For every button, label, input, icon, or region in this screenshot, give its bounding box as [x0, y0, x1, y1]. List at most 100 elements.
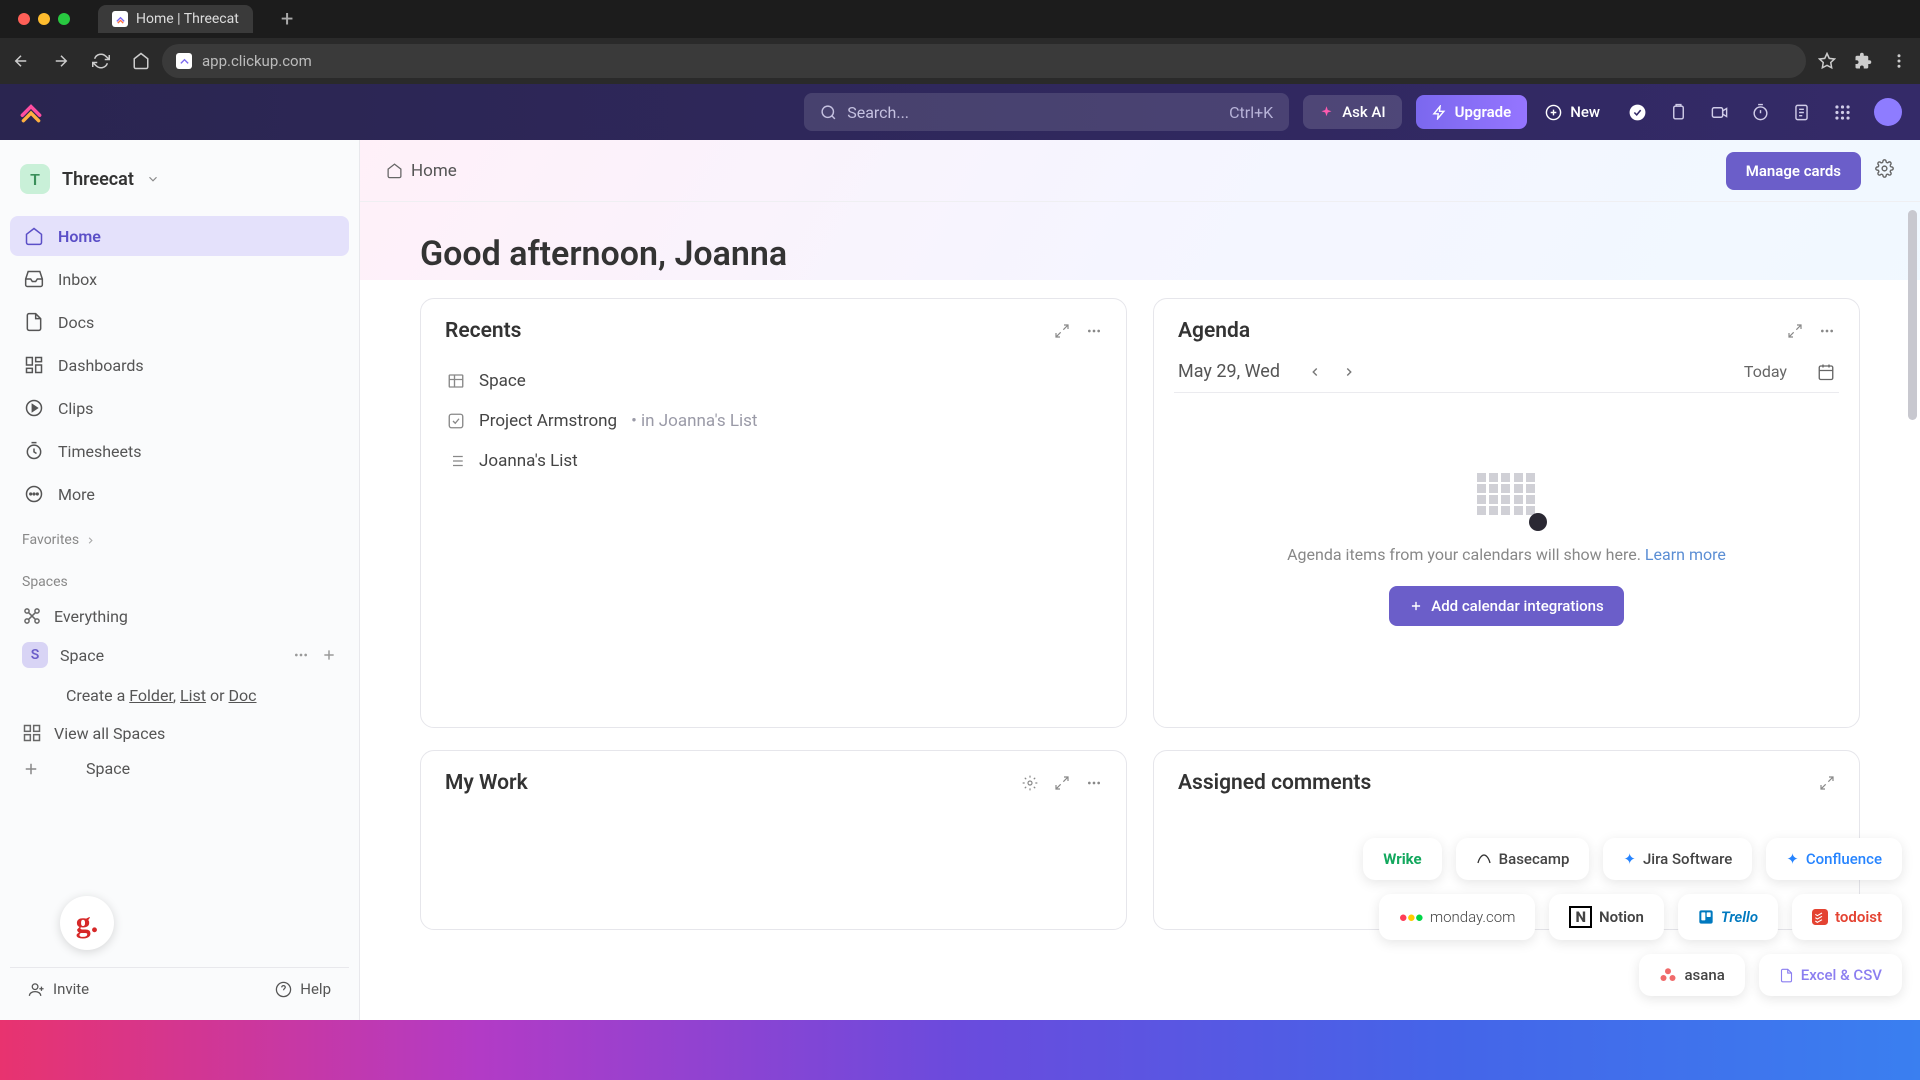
- help-icon: [275, 981, 292, 998]
- settings-button[interactable]: [1875, 159, 1894, 182]
- bottom-gradient-strip: [0, 1020, 1920, 1080]
- recent-item-list[interactable]: Joanna's List: [445, 441, 1102, 481]
- ellipsis-icon[interactable]: [1819, 323, 1835, 339]
- expand-icon[interactable]: [1787, 323, 1803, 339]
- user-avatar[interactable]: [1874, 98, 1902, 126]
- user-plus-icon: [28, 981, 45, 998]
- today-button[interactable]: Today: [1744, 362, 1787, 381]
- learn-more-link[interactable]: Learn more: [1645, 545, 1726, 564]
- clickup-logo[interactable]: [18, 99, 44, 125]
- plus-icon[interactable]: [321, 647, 337, 663]
- main-content: Home Manage cards Good afternoon, Joanna…: [360, 140, 1920, 1020]
- bookmark-star-icon[interactable]: [1818, 52, 1836, 70]
- create-list-link[interactable]: List: [180, 686, 206, 705]
- invite-button[interactable]: Invite: [28, 980, 89, 998]
- create-hint: Create a Folder, List or Doc: [10, 676, 349, 715]
- sidebar-everything[interactable]: Everything: [10, 598, 349, 634]
- notepad-icon[interactable]: [1792, 103, 1811, 122]
- clipboard-icon[interactable]: [1669, 103, 1688, 122]
- create-doc-link[interactable]: Doc: [229, 686, 257, 705]
- add-calendar-button[interactable]: Add calendar integrations: [1389, 586, 1624, 626]
- gear-icon[interactable]: [1022, 775, 1038, 791]
- bolt-icon: [1432, 105, 1447, 120]
- recent-item-space[interactable]: Space: [445, 361, 1102, 401]
- dashboard-icon: [24, 355, 44, 375]
- window-maximize[interactable]: [58, 13, 70, 25]
- chip-todoist[interactable]: todoist: [1792, 894, 1902, 940]
- forward-button[interactable]: [52, 52, 70, 70]
- ellipsis-icon[interactable]: [293, 647, 309, 663]
- upgrade-button[interactable]: Upgrade: [1416, 95, 1528, 129]
- global-search[interactable]: Search... Ctrl+K: [804, 93, 1289, 131]
- plus-icon: [22, 760, 40, 778]
- trello-icon: [1698, 909, 1714, 925]
- apps-grid-icon[interactable]: [1833, 103, 1852, 122]
- next-day-button[interactable]: [1342, 365, 1356, 379]
- app-topbar: Search... Ctrl+K Ask AI Upgrade New: [0, 84, 1920, 140]
- window-close[interactable]: [18, 13, 30, 25]
- basecamp-icon: [1476, 851, 1492, 867]
- sidebar-item-more[interactable]: More: [10, 474, 349, 514]
- chip-excel-csv[interactable]: Excel & CSV: [1759, 954, 1902, 996]
- ellipsis-icon[interactable]: [1086, 775, 1102, 791]
- greeting-title: Good afternoon, Joanna: [360, 202, 1920, 298]
- sidebar-item-inbox[interactable]: Inbox: [10, 259, 349, 299]
- search-shortcut: Ctrl+K: [1229, 103, 1273, 122]
- kebab-menu-icon[interactable]: [1890, 52, 1908, 70]
- sidebar-item-home[interactable]: Home: [10, 216, 349, 256]
- agenda-date: May 29, Wed: [1178, 361, 1280, 382]
- workspace-switcher[interactable]: T Threecat: [10, 156, 349, 202]
- plus-circle-icon: [1545, 104, 1562, 121]
- chip-jira[interactable]: ✦Jira Software: [1603, 838, 1752, 880]
- chip-asana[interactable]: asana: [1639, 954, 1744, 996]
- clickup-favicon: [112, 11, 128, 27]
- inbox-icon: [24, 269, 44, 289]
- new-space[interactable]: Space: [10, 751, 349, 786]
- reload-button[interactable]: [92, 52, 110, 70]
- expand-icon[interactable]: [1054, 775, 1070, 791]
- sidebar-space-item[interactable]: S Space: [10, 634, 349, 676]
- ask-ai-button[interactable]: Ask AI: [1303, 95, 1401, 129]
- more-circle-icon: [24, 484, 44, 504]
- new-tab-button[interactable]: +: [281, 7, 293, 32]
- file-icon: [1779, 967, 1794, 984]
- home-button[interactable]: [132, 52, 150, 70]
- video-icon[interactable]: [1710, 103, 1729, 122]
- expand-icon[interactable]: [1054, 323, 1070, 339]
- chip-trello[interactable]: Trello: [1678, 894, 1778, 940]
- home-icon: [386, 162, 403, 179]
- address-bar[interactable]: app.clickup.com: [162, 44, 1806, 78]
- sidebar-item-dashboards[interactable]: Dashboards: [10, 345, 349, 385]
- prev-day-button[interactable]: [1308, 365, 1322, 379]
- calendar-icon[interactable]: [1817, 363, 1835, 381]
- manage-cards-button[interactable]: Manage cards: [1726, 152, 1861, 190]
- view-all-spaces[interactable]: View all Spaces: [10, 715, 349, 751]
- help-button[interactable]: Help: [275, 980, 331, 998]
- chip-monday[interactable]: ●●●monday.com: [1379, 894, 1536, 940]
- expand-icon[interactable]: [1819, 775, 1835, 791]
- create-folder-link[interactable]: Folder: [129, 686, 173, 705]
- chip-basecamp[interactable]: Basecamp: [1456, 838, 1590, 880]
- chip-wrike[interactable]: Wrike: [1363, 838, 1441, 880]
- extensions-icon[interactable]: [1854, 52, 1872, 70]
- table-icon: [447, 372, 465, 390]
- chip-notion[interactable]: NNotion: [1549, 894, 1663, 940]
- favorites-section[interactable]: Favorites: [10, 514, 349, 556]
- sparkle-icon: [1319, 105, 1334, 120]
- stopwatch-icon[interactable]: [1751, 103, 1770, 122]
- sidebar-item-docs[interactable]: Docs: [10, 302, 349, 342]
- ellipsis-icon[interactable]: [1086, 323, 1102, 339]
- sidebar-item-timesheets[interactable]: Timesheets: [10, 431, 349, 471]
- browser-tab-active[interactable]: Home | Threecat: [98, 5, 253, 33]
- back-button[interactable]: [12, 52, 30, 70]
- calendar-placeholder-icon: [1477, 473, 1537, 515]
- recent-item-project[interactable]: Project Armstrong • in Joanna's List: [445, 401, 1102, 441]
- grammarly-bubble[interactable]: g.: [60, 896, 114, 950]
- window-minimize[interactable]: [38, 13, 50, 25]
- new-button[interactable]: New: [1541, 103, 1604, 121]
- recents-card: Recents Space Project Armstrong • in Joa…: [420, 298, 1127, 728]
- check-circle-icon[interactable]: [1628, 103, 1647, 122]
- chip-confluence[interactable]: ✦Confluence: [1766, 838, 1902, 880]
- sidebar-item-clips[interactable]: Clips: [10, 388, 349, 428]
- breadcrumb[interactable]: Home: [386, 161, 457, 181]
